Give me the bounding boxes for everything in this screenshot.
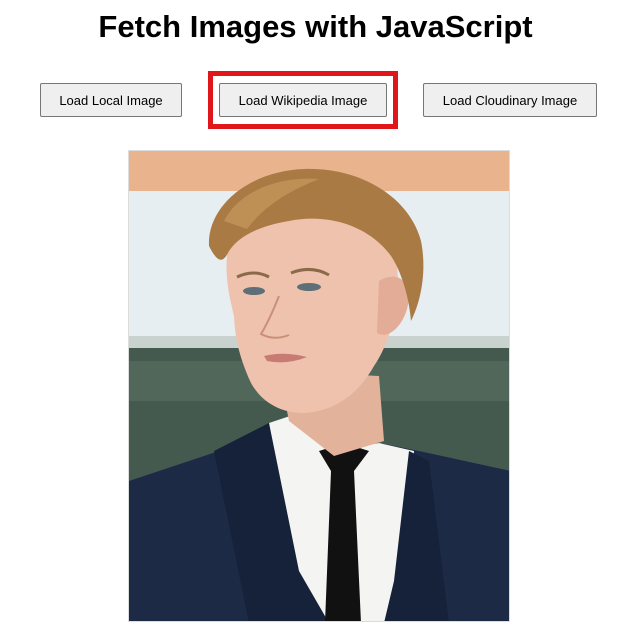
highlight-box bbox=[208, 71, 398, 129]
eye-right bbox=[297, 283, 321, 291]
load-cloudinary-image-button[interactable]: Load Cloudinary Image bbox=[423, 83, 597, 117]
portrait-photo bbox=[129, 151, 509, 621]
page-title: Fetch Images with JavaScript bbox=[98, 9, 533, 44]
eye-left bbox=[243, 287, 265, 295]
loaded-image bbox=[128, 150, 510, 622]
load-local-image-button[interactable]: Load Local Image bbox=[40, 83, 182, 117]
